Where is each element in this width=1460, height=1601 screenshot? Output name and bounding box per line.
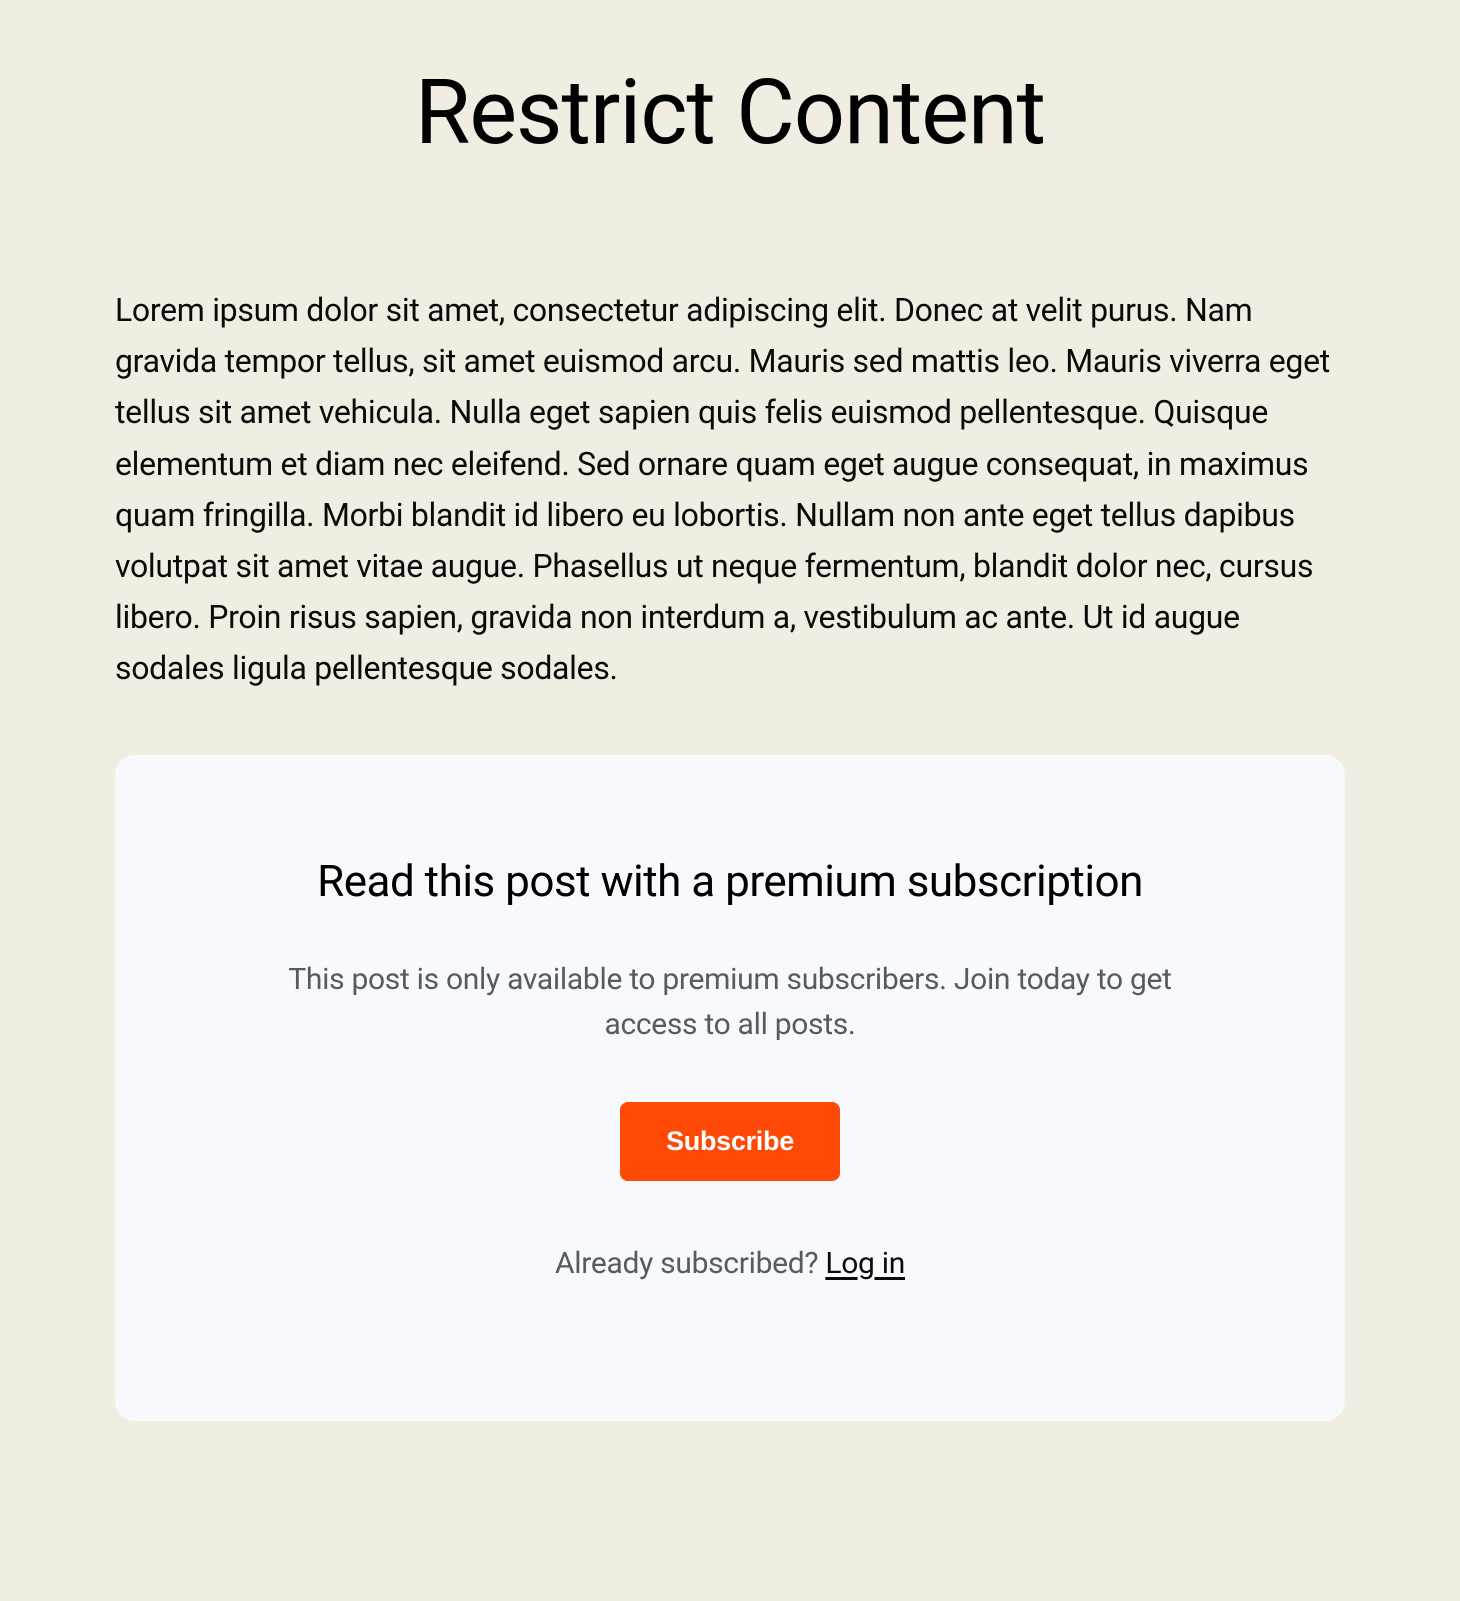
- subscription-heading: Read this post with a premium subscripti…: [195, 855, 1265, 907]
- login-link[interactable]: Log in: [825, 1246, 905, 1281]
- login-prompt-text: Already subscribed?: [555, 1246, 825, 1281]
- content-preview-text: Lorem ipsum dolor sit amet, consectetur …: [115, 285, 1345, 695]
- subscription-paywall-card: Read this post with a premium subscripti…: [115, 755, 1345, 1421]
- subscribe-button[interactable]: Subscribe: [620, 1102, 840, 1181]
- subscription-subtext: This post is only available to premium s…: [250, 957, 1210, 1047]
- login-prompt: Already subscribed? Log in: [195, 1246, 1265, 1281]
- page-title: Restrict Content: [115, 60, 1345, 165]
